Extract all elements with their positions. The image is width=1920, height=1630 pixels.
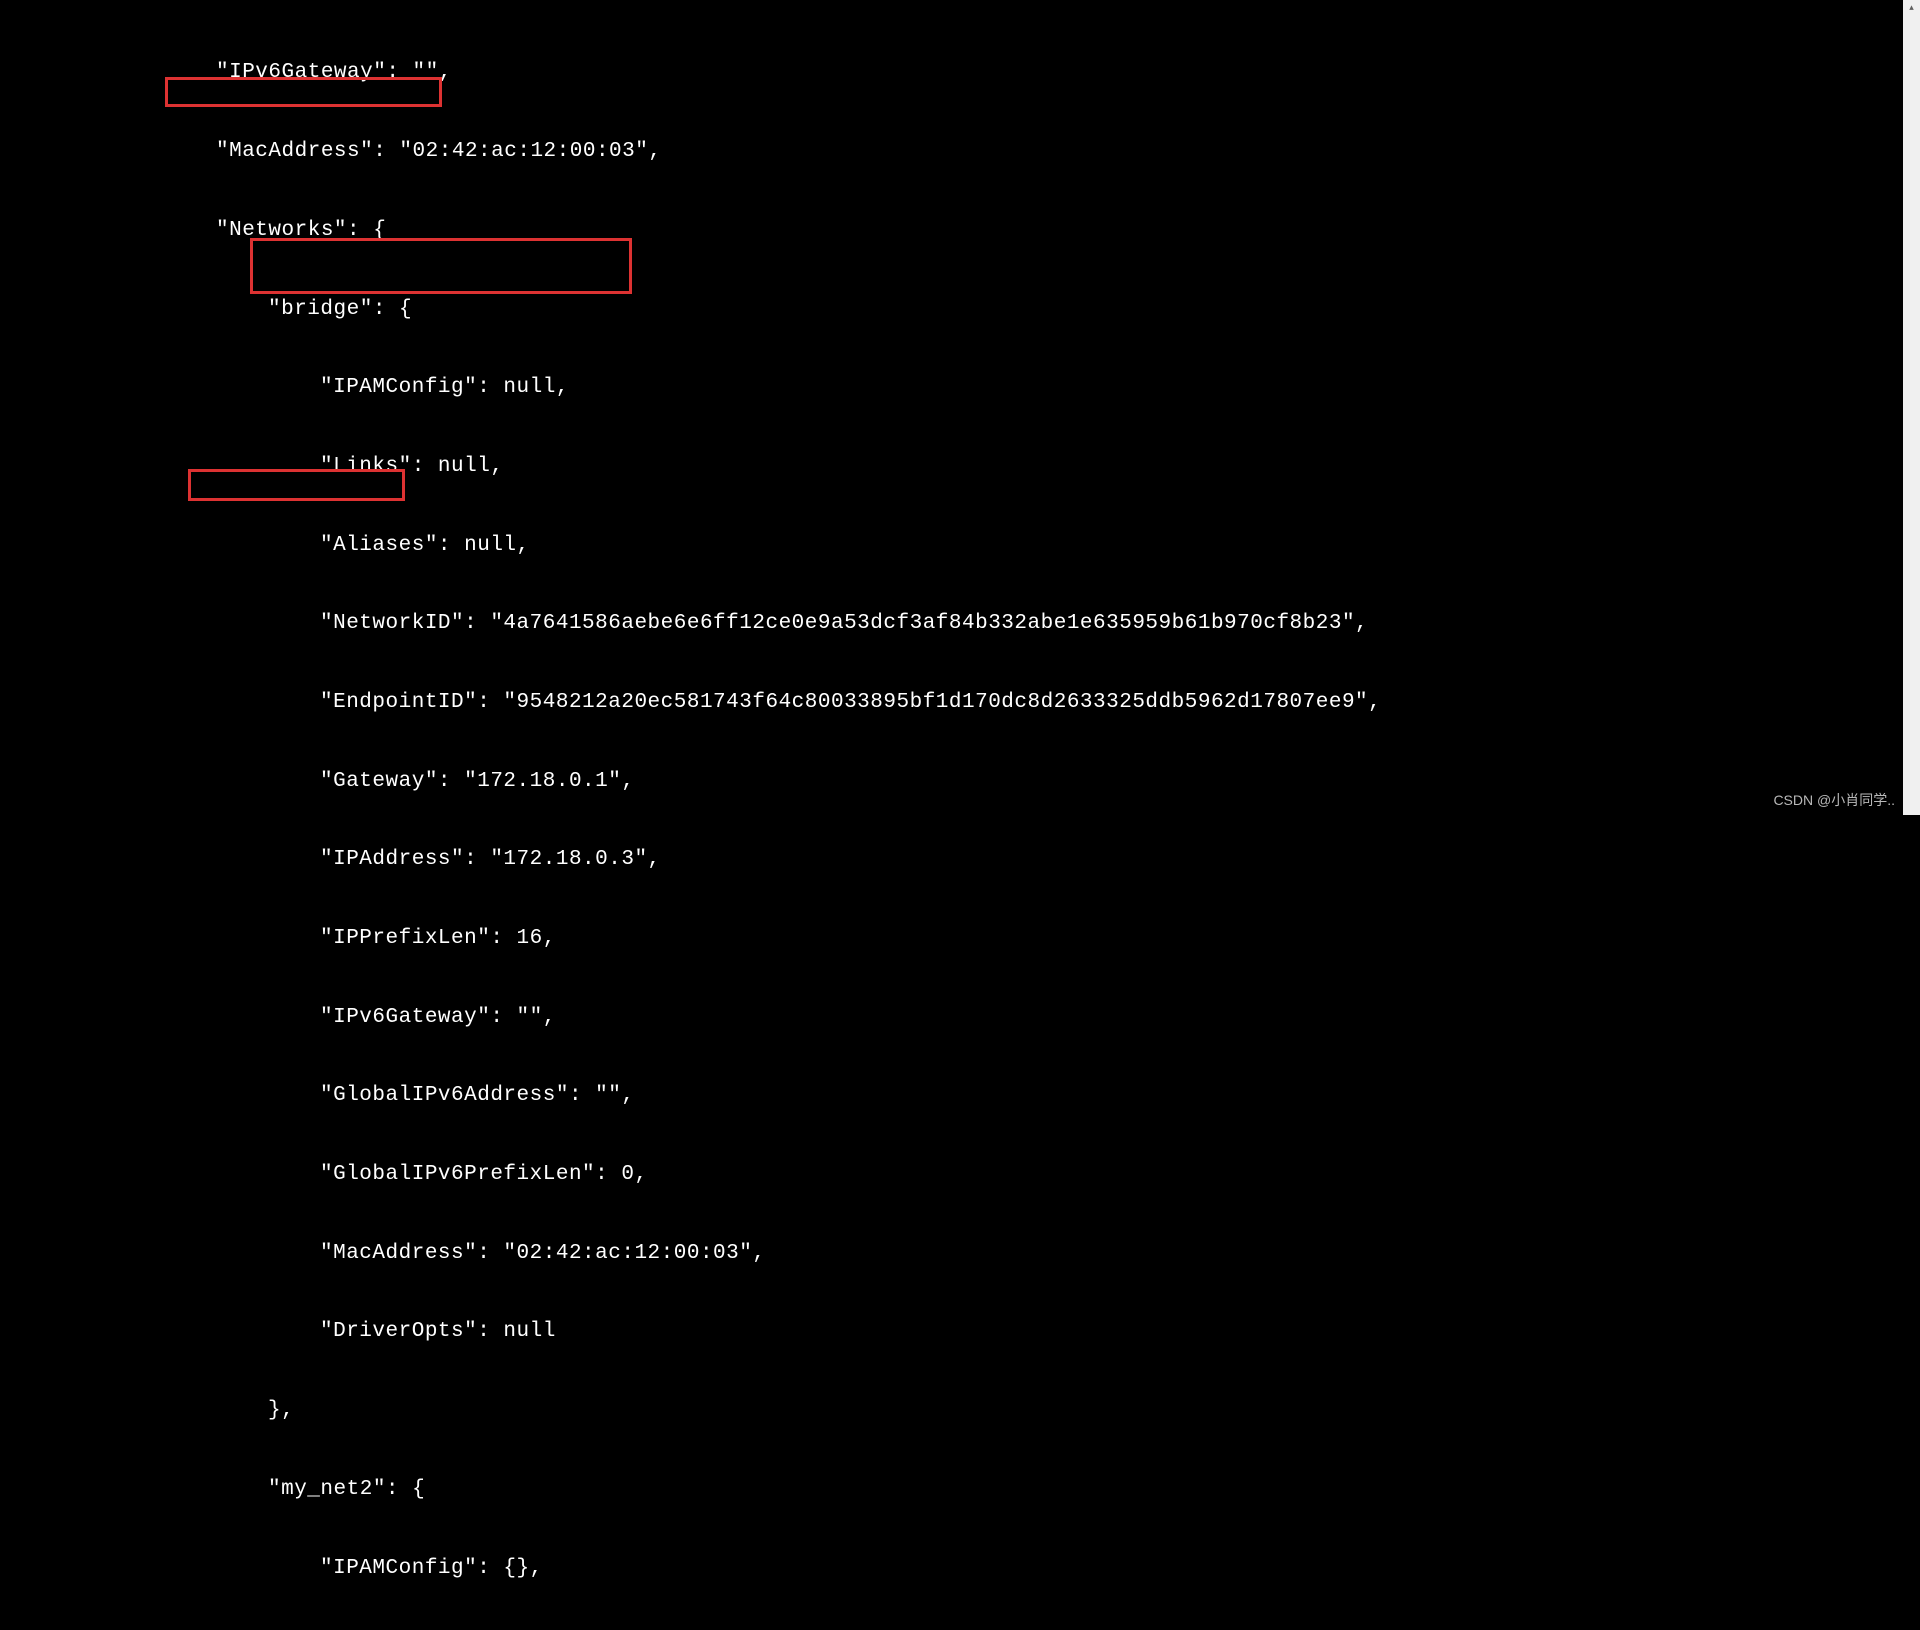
json-line-bridge: "bridge": { [60, 297, 1920, 323]
scrollbar-track[interactable] [1903, 17, 1920, 797]
json-line: "MacAddress": "02:42:ac:12:00:03", [60, 1241, 1920, 1267]
json-line: "EndpointID": "9548212a20ec581743f64c800… [60, 690, 1920, 716]
scrollbar-up-arrow-icon[interactable]: ▴ [1903, 0, 1920, 17]
json-line: "Links": null, [60, 454, 1920, 480]
json-line: "Networks": { [60, 218, 1920, 244]
json-line: "IPv6Gateway": "", [60, 1005, 1920, 1031]
vertical-scrollbar[interactable]: ▴ [1903, 0, 1920, 815]
json-line: "MacAddress": "02:42:ac:12:00:03", [60, 139, 1920, 165]
terminal-output: "IPv6Gateway": "", "MacAddress": "02:42:… [0, 0, 1920, 1630]
json-line: "DriverOpts": null [60, 1320, 1920, 1346]
json-line: "IPPrefixLen": 16, [60, 926, 1920, 952]
json-line: }, [60, 1398, 1920, 1424]
json-line-ipaddress: "IPAddress": "172.18.0.3", [60, 847, 1920, 873]
json-line: "Aliases": null, [60, 533, 1920, 559]
json-line: "IPAMConfig": null, [60, 375, 1920, 401]
csdn-watermark: CSDN @小肖同学.. [1773, 792, 1895, 810]
json-line-gateway: "Gateway": "172.18.0.1", [60, 769, 1920, 795]
json-line: "GlobalIPv6PrefixLen": 0, [60, 1162, 1920, 1188]
json-line: "IPv6Gateway": "", [60, 61, 1920, 87]
json-line-mynet2: "my_net2": { [60, 1477, 1920, 1503]
json-line: "GlobalIPv6Address": "", [60, 1083, 1920, 1109]
json-line: "IPAMConfig": {}, [60, 1556, 1920, 1582]
json-line: "NetworkID": "4a7641586aebe6e6ff12ce0e9a… [60, 611, 1920, 637]
